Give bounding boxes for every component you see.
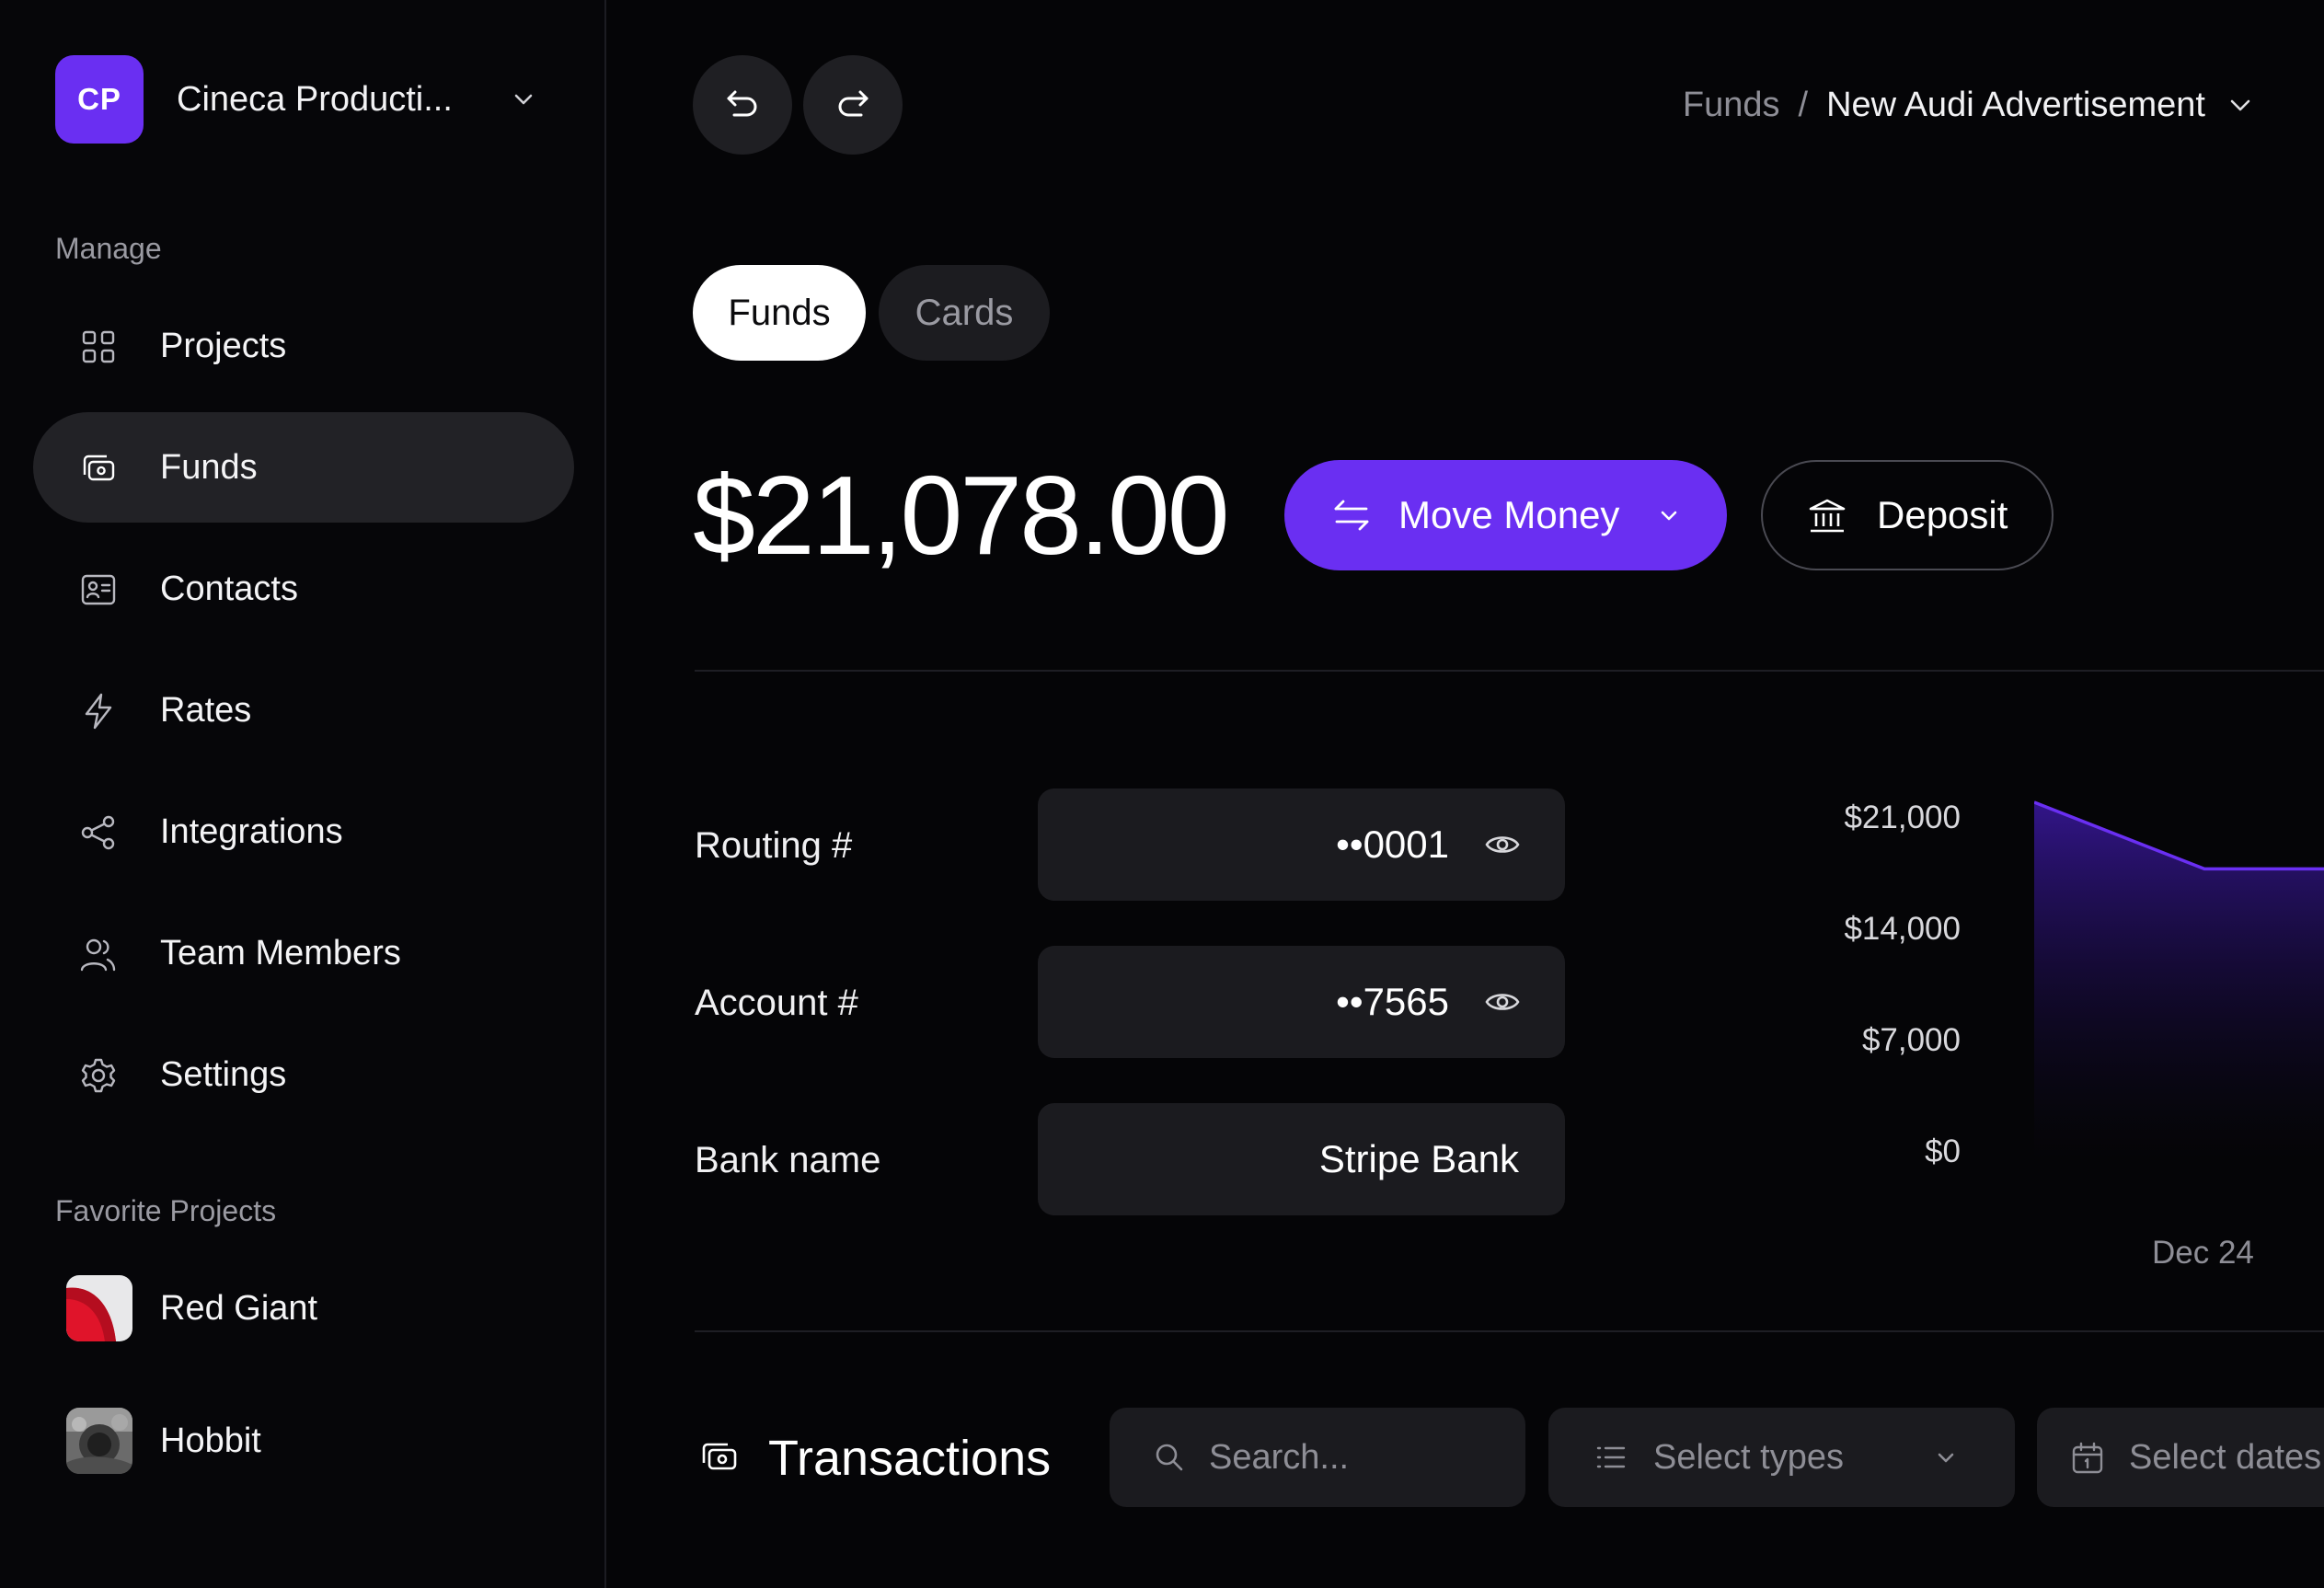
deposit-button[interactable]: Deposit xyxy=(1761,460,2054,570)
red-giant-thumbnail xyxy=(66,1275,132,1341)
y-axis-tick: $7,000 xyxy=(1861,1022,1961,1058)
calendar-icon xyxy=(2072,1442,2103,1474)
contact-card-icon xyxy=(81,574,116,605)
bank-name-label: Bank name xyxy=(695,1140,881,1180)
y-axis-tick: $0 xyxy=(1925,1133,1961,1169)
hobbit-thumbnail xyxy=(66,1408,132,1474)
undo-button[interactable] xyxy=(693,55,792,155)
account-number-value: ••7565 xyxy=(1336,980,1449,1023)
wallet-icon xyxy=(83,455,115,481)
select-types-placeholder: Select types xyxy=(1653,1438,1844,1477)
balance-chart xyxy=(2034,800,2324,1159)
workspace-name: Cineca Producti... xyxy=(177,79,453,119)
sidebar-item-label: Funds xyxy=(160,448,258,487)
transactions-title: Transactions xyxy=(768,1431,1052,1486)
sidebar-item-label: Projects xyxy=(160,327,287,365)
sidebar-item-funds[interactable]: Funds xyxy=(33,412,574,523)
bank-name-field: Stripe Bank xyxy=(1038,1103,1565,1215)
share-nodes-icon xyxy=(81,815,115,850)
redo-button[interactable] xyxy=(803,55,903,155)
x-axis-tick: Dec 24 xyxy=(2152,1235,2254,1271)
routing-number-label: Routing # xyxy=(695,825,853,866)
favorite-project-label: Red Giant xyxy=(160,1289,318,1328)
search-input[interactable]: Search... xyxy=(1110,1408,1525,1507)
grid-icon xyxy=(82,330,115,363)
tab-cards[interactable]: Cards xyxy=(879,265,1050,361)
move-money-label: Move Money xyxy=(1398,493,1620,536)
chevron-down-icon xyxy=(1661,511,1677,521)
lightning-icon xyxy=(85,693,112,730)
gear-icon xyxy=(81,1058,116,1093)
select-dates-dropdown[interactable]: Select dates xyxy=(2037,1408,2324,1507)
sidebar-item-rates[interactable]: Rates xyxy=(33,655,574,765)
y-axis-tick: $21,000 xyxy=(1844,800,1961,835)
account-number-label: Account # xyxy=(695,983,858,1023)
section-label-favorites: Favorite Projects xyxy=(55,1194,277,1227)
main-content: Funds / New Audi Advertisement Funds Car… xyxy=(608,0,2324,1588)
list-icon xyxy=(1596,1446,1626,1468)
sidebar-item-settings[interactable]: Settings xyxy=(33,1019,574,1130)
tab-funds[interactable]: Funds xyxy=(693,265,866,361)
account-number-field: ••7565 xyxy=(1038,946,1565,1058)
sidebar-item-label: Integrations xyxy=(160,812,343,851)
divider xyxy=(695,1330,2324,1332)
wallet-icon xyxy=(702,1443,737,1470)
chart-area xyxy=(2034,802,2324,1159)
chevron-down-icon[interactable] xyxy=(2226,90,2255,120)
sidebar-item-label: Settings xyxy=(160,1055,287,1094)
deposit-label: Deposit xyxy=(1877,493,2008,536)
routing-number-field: ••0001 xyxy=(1038,788,1565,901)
app-window: CP Cineca Producti... Manage Projects Fu… xyxy=(0,0,2324,1588)
sidebar: CP Cineca Producti... Manage Projects Fu… xyxy=(0,0,606,1588)
redo-icon xyxy=(838,90,869,117)
favorite-project-red-giant[interactable]: Red Giant xyxy=(66,1275,581,1341)
section-label-manage: Manage xyxy=(55,232,162,265)
search-icon xyxy=(1156,1444,1183,1471)
move-money-button[interactable]: Move Money xyxy=(1284,460,1727,570)
breadcrumb: Funds / New Audi Advertisement xyxy=(1683,81,2255,129)
workspace-switcher[interactable]: CP Cineca Producti... xyxy=(55,55,552,144)
sidebar-item-label: Team Members xyxy=(160,934,401,972)
transfer-arrows-icon xyxy=(1334,500,1369,531)
chevron-down-icon[interactable] xyxy=(509,85,538,114)
favorite-project-label: Hobbit xyxy=(160,1421,261,1460)
routing-number-value: ••0001 xyxy=(1336,823,1449,866)
chevron-down-icon xyxy=(1938,1453,1954,1463)
sidebar-item-contacts[interactable]: Contacts xyxy=(33,534,574,644)
sidebar-item-integrations[interactable]: Integrations xyxy=(33,777,574,887)
select-dates-placeholder: Select dates xyxy=(2129,1438,2322,1477)
undo-icon xyxy=(727,90,757,117)
favorite-project-hobbit[interactable]: Hobbit xyxy=(66,1408,581,1474)
breadcrumb-separator: / xyxy=(1798,85,1809,124)
sidebar-item-label: Contacts xyxy=(160,570,298,608)
select-types-dropdown[interactable]: Select types xyxy=(1548,1408,2015,1507)
sidebar-item-projects[interactable]: Projects xyxy=(33,291,574,401)
eye-icon[interactable] xyxy=(1484,985,1521,1018)
bank-icon xyxy=(1809,499,1846,533)
sidebar-item-label: Rates xyxy=(160,691,252,730)
search-placeholder: Search... xyxy=(1209,1438,1350,1477)
divider xyxy=(695,670,2324,672)
y-axis-tick: $14,000 xyxy=(1844,911,1961,947)
workspace-avatar: CP xyxy=(55,55,144,144)
users-icon xyxy=(80,938,116,972)
breadcrumb-parent[interactable]: Funds xyxy=(1683,86,1780,125)
breadcrumb-current[interactable]: New Audi Advertisement xyxy=(1826,86,2205,125)
bank-name-value: Stripe Bank xyxy=(1318,1137,1519,1180)
balance-amount: $21,078.00 xyxy=(693,453,1230,578)
eye-icon[interactable] xyxy=(1484,828,1521,861)
sidebar-item-team-members[interactable]: Team Members xyxy=(33,898,574,1008)
